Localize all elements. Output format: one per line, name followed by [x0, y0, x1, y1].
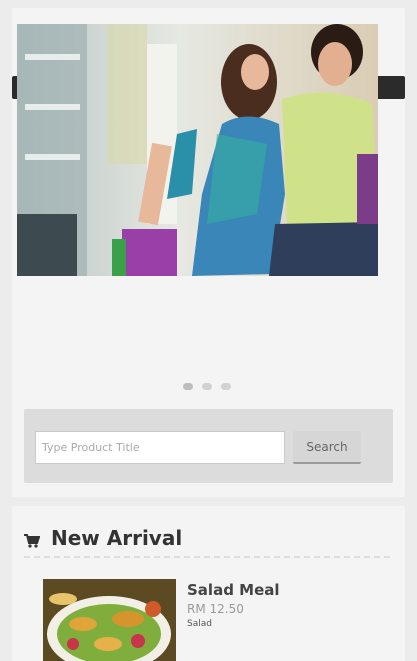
- product-thumbnail[interactable]: [43, 579, 176, 661]
- cart-icon: [24, 533, 41, 548]
- product-search-bar: Search: [24, 409, 393, 483]
- slider-pagination: [183, 383, 231, 391]
- slider-dot-2[interactable]: [202, 383, 212, 390]
- slider-dot-1[interactable]: [183, 383, 193, 390]
- search-button[interactable]: Search: [293, 431, 361, 464]
- product-name[interactable]: Salad Meal: [187, 581, 280, 599]
- section-title: New Arrival: [51, 526, 183, 550]
- new-arrival-header: New Arrival: [24, 520, 390, 558]
- product-price: RM 12.50: [187, 602, 244, 616]
- app-screen: Search New Arrival: [0, 0, 417, 661]
- banner-image[interactable]: [17, 24, 378, 276]
- product-card[interactable]: Salad Meal RM 12.50 Salad: [43, 579, 383, 661]
- slider-dot-3[interactable]: [221, 383, 231, 390]
- product-title-search-input[interactable]: [35, 431, 285, 464]
- salad-photo: [43, 579, 176, 661]
- shopping-couple-photo: [17, 24, 378, 276]
- product-category: Salad: [187, 619, 212, 629]
- new-arrival-panel: New Arrival Salad Meal RM 12.50 Salad: [12, 506, 405, 661]
